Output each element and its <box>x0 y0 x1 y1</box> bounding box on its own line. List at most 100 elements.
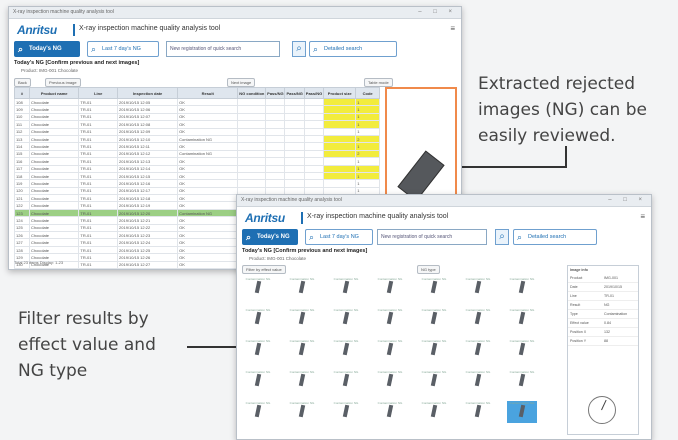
dial-needle <box>601 399 607 411</box>
product-xray-image <box>430 404 438 418</box>
ng-thumbnail[interactable]: Contamination NG <box>419 401 449 423</box>
column-header[interactable]: Pass/NG <box>265 87 286 99</box>
ng-thumbnail[interactable]: Contamination NG <box>507 277 537 299</box>
ng-thumbnail[interactable]: Contamination NG <box>243 277 273 299</box>
ng-thumbnail[interactable]: Contamination NG <box>287 401 317 423</box>
ng-thumbnail[interactable]: Contamination NG <box>507 308 537 330</box>
detailed-search-button[interactable]: ⌕ Detailed search <box>513 229 597 245</box>
menu-icon[interactable]: ≡ <box>450 24 455 33</box>
quick-search-input[interactable]: New registration of quick search <box>377 229 487 245</box>
search-button[interactable]: ⌕ <box>292 41 306 57</box>
table-row[interactable]: 115 Chocolate TR-01 2019/10/15 12:12 Contami… <box>13 149 380 159</box>
table-row[interactable]: 117 Chocolate TR-01 2019/10/15 12:14 OK 1 <box>13 164 380 173</box>
detailed-search-button[interactable]: ⌕ Detailed search <box>309 41 397 57</box>
column-header[interactable]: Line <box>78 87 119 99</box>
product-xray-image <box>298 373 306 387</box>
quick-search-input[interactable]: New registration of quick search <box>166 41 280 57</box>
table-row[interactable]: 109 Chocolate TR-01 2019/10/15 12:06 OK 1 <box>13 105 380 114</box>
column-header[interactable]: Result <box>177 87 239 99</box>
table-cell <box>323 112 357 122</box>
logo-separator <box>73 24 75 36</box>
table-cell: 1 <box>355 120 380 129</box>
thumbnail-grid: Contamination NG Contamination NG Contamin… <box>243 277 549 435</box>
table-row[interactable]: 112 Chocolate TR-01 2019/10/15 12:09 OK 1 <box>13 127 380 136</box>
table-row[interactable]: 110 Chocolate TR-01 2019/10/15 12:07 OK 1 <box>13 112 380 122</box>
ng-thumbnail[interactable]: Contamination NG <box>507 401 537 423</box>
ng-thumbnail[interactable]: Contamination NG <box>375 401 405 423</box>
table-row[interactable]: 118 Chocolate TR-01 2019/10/15 12:15 OK 1 <box>13 171 380 181</box>
table-cell: 121 <box>13 194 31 203</box>
column-header[interactable]: Inspection date <box>117 87 179 99</box>
ng-thumbnail[interactable]: Contamination NG <box>419 277 449 299</box>
product-xray-image <box>386 342 394 356</box>
ng-thumbnail[interactable]: Contamination NG <box>375 370 405 392</box>
ng-thumbnail[interactable]: Contamination NG <box>287 308 317 330</box>
ng-thumbnail[interactable]: Contamination NG <box>331 401 361 423</box>
column-header[interactable]: Product size <box>323 87 357 99</box>
ng-thumbnail[interactable]: Contamination NG <box>419 370 449 392</box>
table-cell <box>265 142 286 151</box>
todays-ng-button[interactable]: ⌕ Today's NG <box>14 41 80 57</box>
ng-thumbnail[interactable]: Contamination NG <box>287 339 317 361</box>
ng-thumbnail[interactable]: Contamination NG <box>243 339 273 361</box>
ng-thumbnail[interactable]: Contamination NG <box>243 401 273 423</box>
ng-thumbnail[interactable]: Contamination NG <box>375 277 405 299</box>
table-cell: 108 <box>13 97 31 107</box>
ng-thumbnail[interactable]: Contamination NG <box>463 308 493 330</box>
ng-type-button[interactable]: NG type <box>417 265 440 274</box>
ng-thumbnail[interactable]: Contamination NG <box>507 339 537 361</box>
last7-button[interactable]: ⌕ Last 7 day's NG <box>305 229 373 245</box>
ng-thumbnail[interactable]: Contamination NG <box>331 308 361 330</box>
table-row[interactable]: 111 Chocolate TR-01 2019/10/15 12:08 OK 1 <box>13 120 380 129</box>
filter-effect-button[interactable]: Filter by effect value <box>242 265 286 274</box>
product-xray-image <box>342 311 350 325</box>
window-controls[interactable]: – □ × <box>608 195 647 206</box>
table-row[interactable]: 114 Chocolate TR-01 2019/10/15 12:11 OK 1 <box>13 142 380 151</box>
ng-thumbnail[interactable]: Contamination NG <box>463 370 493 392</box>
table-cell: 2019/10/15 12:14 <box>117 164 179 173</box>
ng-thumbnail[interactable]: Contamination NG <box>375 308 405 330</box>
menu-icon[interactable]: ≡ <box>640 212 645 221</box>
table-row[interactable]: 119 Chocolate TR-01 2019/10/15 12:16 OK 1 <box>13 179 380 188</box>
product-xray-image <box>298 342 306 356</box>
ng-thumbnail[interactable]: Contamination NG <box>507 370 537 392</box>
ng-thumbnail[interactable]: Contamination NG <box>287 370 317 392</box>
ng-thumbnail[interactable]: Contamination NG <box>243 370 273 392</box>
column-header[interactable]: Product name <box>29 87 80 99</box>
ng-thumbnail[interactable]: Contamination NG <box>287 277 317 299</box>
table-cell: 123 <box>13 208 31 218</box>
product-xray-image <box>518 373 526 387</box>
column-header[interactable]: Pass/NG <box>303 87 325 99</box>
back-nav-button[interactable]: Back <box>14 78 31 87</box>
column-header[interactable]: Code <box>355 87 380 99</box>
next-image-button[interactable]: Next image <box>227 78 256 87</box>
table-row[interactable]: 113 Chocolate TR-01 2019/10/15 12:10 Contami… <box>13 134 380 144</box>
ng-thumbnail[interactable]: Contamination NG <box>419 339 449 361</box>
table-mode-button[interactable]: Table mode <box>364 78 393 87</box>
table-cell: Chocolate <box>29 231 80 240</box>
todays-ng-button[interactable]: ⌕ Today's NG <box>242 229 298 245</box>
ng-thumbnail[interactable]: Contamination NG <box>463 277 493 299</box>
ng-thumbnail[interactable]: Contamination NG <box>331 339 361 361</box>
column-header[interactable]: NG condition <box>237 87 267 99</box>
ng-thumbnail[interactable]: Contamination NG <box>419 308 449 330</box>
ng-thumbnail[interactable]: Contamination NG <box>463 401 493 423</box>
window-controls[interactable]: – □ × <box>418 7 457 18</box>
column-header[interactable]: Pass/NG <box>284 87 305 99</box>
ng-thumbnail[interactable]: Contamination NG <box>375 339 405 361</box>
product-xray-image <box>474 280 482 294</box>
table-cell: TR-01 <box>78 171 119 181</box>
ng-thumbnail[interactable]: Contamination NG <box>331 277 361 299</box>
ng-thumbnail[interactable]: Contamination NG <box>243 308 273 330</box>
ng-thumbnail[interactable]: Contamination NG <box>331 370 361 392</box>
search-button[interactable]: ⌕ <box>495 229 509 245</box>
column-header[interactable]: # <box>13 87 31 99</box>
product-xray-image <box>430 280 438 294</box>
last7-button[interactable]: ⌕ Last 7 day's NG <box>87 41 159 57</box>
prev-image-button[interactable]: Previous image <box>45 78 81 87</box>
rotation-dial[interactable] <box>588 396 616 424</box>
table-cell <box>284 171 305 181</box>
table-row[interactable]: 108 Chocolate TR-01 2019/10/15 12:05 OK 1 <box>13 97 380 107</box>
ng-thumbnail[interactable]: Contamination NG <box>463 339 493 361</box>
table-row[interactable]: 116 Chocolate TR-01 2019/10/15 12:13 OK 1 <box>13 157 380 166</box>
